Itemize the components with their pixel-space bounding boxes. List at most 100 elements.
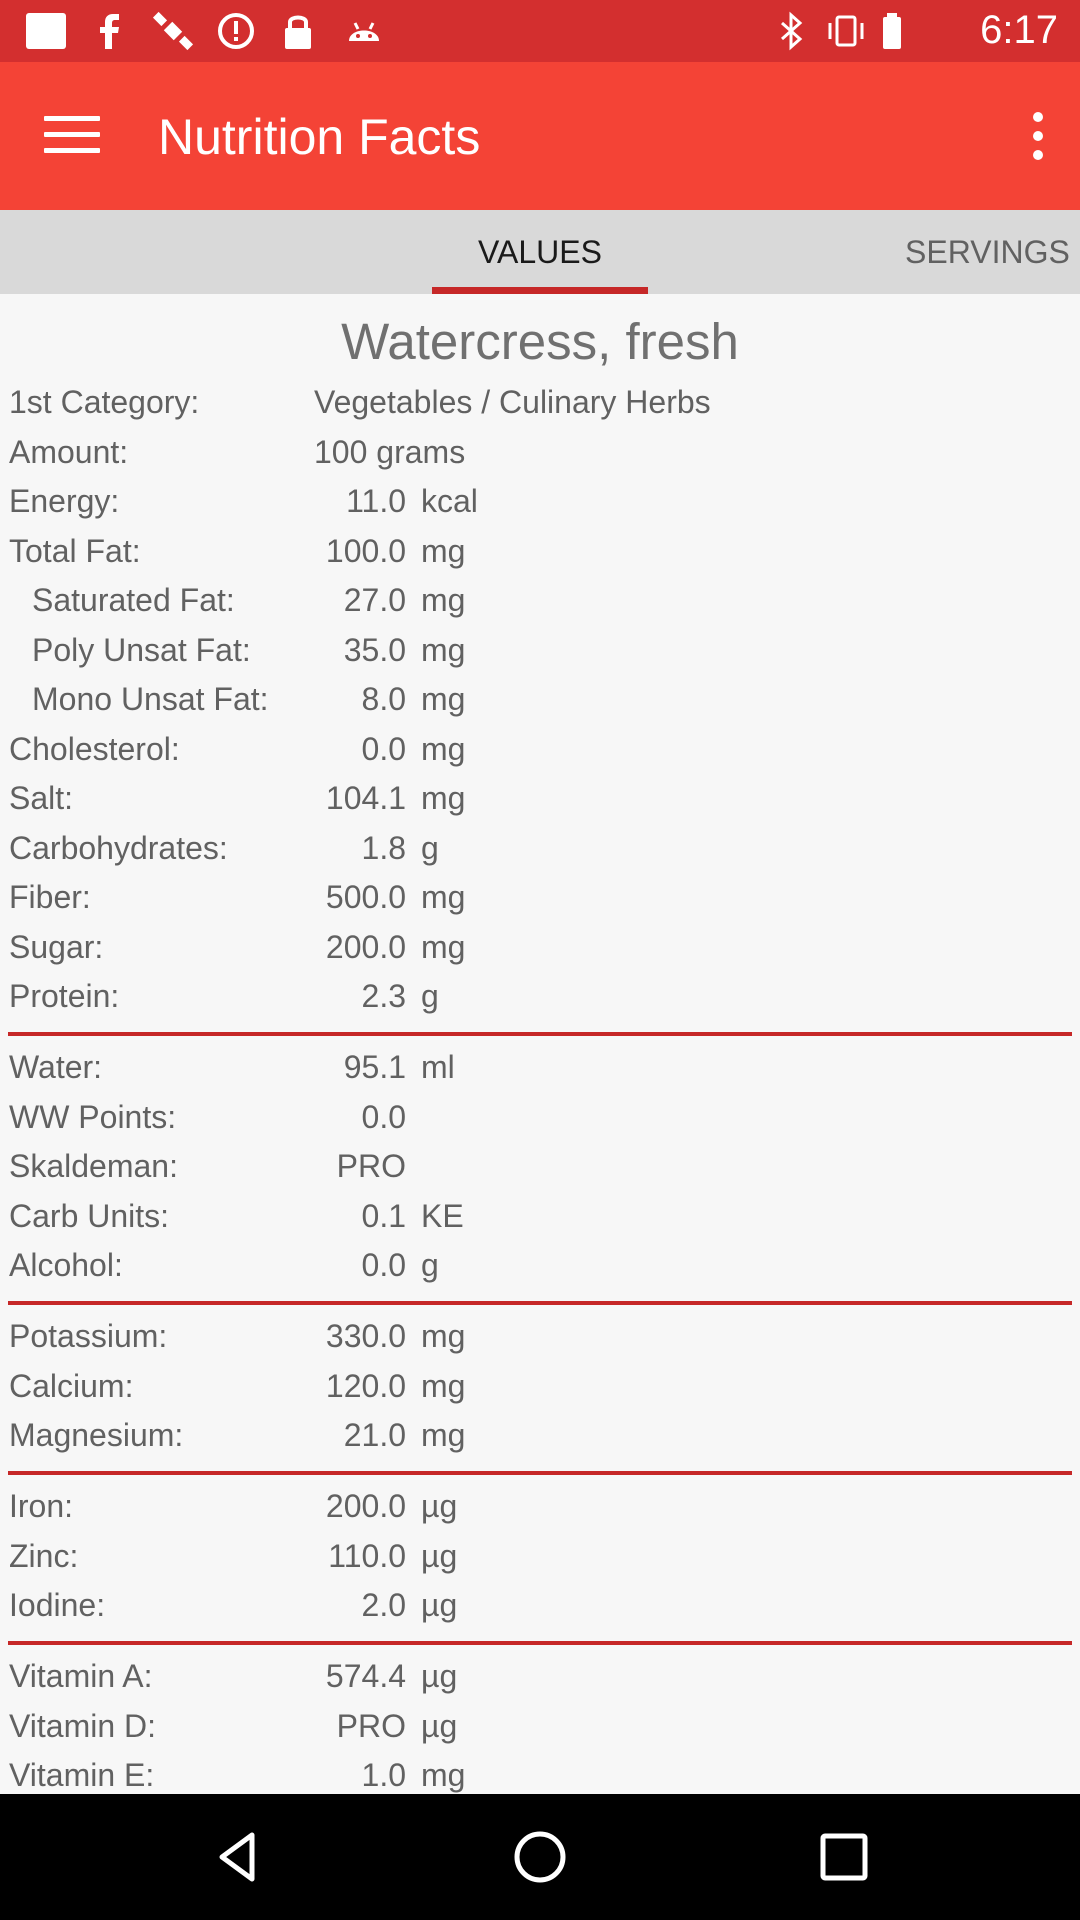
nutrient-value: 1.8 bbox=[361, 830, 406, 866]
nutrient-value: 200.0 bbox=[325, 929, 406, 965]
alert-icon bbox=[216, 11, 256, 51]
tab-servings[interactable]: SERVINGS bbox=[905, 210, 1080, 294]
status-time: 6:17 bbox=[980, 8, 1058, 52]
lock-icon bbox=[280, 11, 316, 51]
nutrient-row: Vitamin D: PRO µg bbox=[0, 1708, 1080, 1758]
nutrient-unit: KE bbox=[421, 1198, 464, 1234]
nutrient-unit: mg bbox=[421, 731, 466, 767]
nutrient-unit: µg bbox=[421, 1488, 458, 1524]
nutrient-label: Salt: bbox=[9, 780, 74, 816]
nutrition-content[interactable]: Watercress, fresh 1st Category: Vegetabl… bbox=[0, 294, 1080, 1794]
category-value: Vegetables / Culinary Herbs bbox=[314, 384, 711, 420]
nutrient-unit: µg bbox=[421, 1658, 458, 1694]
nutrient-unit: mg bbox=[421, 780, 466, 816]
menu-icon[interactable] bbox=[44, 116, 100, 156]
nutrient-value: 0.1 bbox=[361, 1198, 406, 1234]
nutrient-label: Sugar: bbox=[9, 929, 104, 965]
notification-square-icon bbox=[24, 11, 68, 51]
nutrient-label: WW Points: bbox=[9, 1099, 177, 1135]
nutrient-row: Iron: 200.0 µg bbox=[0, 1488, 1080, 1538]
nutrient-value: 0.0 bbox=[361, 1247, 406, 1283]
nutrient-row: Cholesterol: 0.0 mg bbox=[0, 731, 1080, 781]
nutrient-value: 110.0 bbox=[328, 1538, 406, 1574]
nutrient-label: Alcohol: bbox=[9, 1247, 123, 1283]
tab-bar: VALUES SERVINGS bbox=[0, 210, 1080, 294]
nutrient-label: Fiber: bbox=[9, 879, 91, 915]
food-name: Watercress, fresh bbox=[341, 313, 739, 370]
nutrient-value: 0.0 bbox=[361, 1099, 406, 1135]
nutrient-row: Skaldeman: PRO bbox=[0, 1148, 1080, 1198]
nutrient-value: 8.0 bbox=[361, 681, 406, 717]
amount-value: 100 grams bbox=[314, 434, 466, 470]
nutrient-label: Calcium: bbox=[9, 1368, 134, 1404]
nutrient-label: Protein: bbox=[9, 978, 120, 1014]
nutrient-row: Iodine: 2.0 µg bbox=[0, 1587, 1080, 1637]
vibrate-icon bbox=[826, 11, 866, 51]
nutrient-row: Alcohol: 0.0 g bbox=[0, 1247, 1080, 1297]
nutrient-unit: mg bbox=[421, 1417, 466, 1453]
nutrient-row: WW Points: 0.0 bbox=[0, 1099, 1080, 1149]
nutrient-unit: mg bbox=[421, 681, 466, 717]
section-divider bbox=[8, 1641, 1072, 1645]
nutrient-value: 200.0 bbox=[325, 1488, 406, 1524]
nutrient-label: Potassium: bbox=[9, 1318, 168, 1354]
nutrient-unit: ml bbox=[421, 1049, 455, 1085]
nutrient-unit: mg bbox=[421, 1757, 466, 1793]
nutrient-value: 120.0 bbox=[325, 1368, 406, 1404]
nutrient-value: 35.0 bbox=[343, 632, 406, 668]
more-options-icon[interactable] bbox=[1026, 112, 1050, 160]
nutrient-label: Vitamin A: bbox=[9, 1658, 153, 1694]
section-divider bbox=[8, 1471, 1072, 1475]
tab-values[interactable]: VALUES bbox=[432, 210, 648, 294]
nutrient-unit: mg bbox=[421, 1368, 466, 1404]
nutrient-row: Fiber: 500.0 mg bbox=[0, 879, 1080, 929]
nutrient-row: Energy: 11.0 kcal bbox=[0, 483, 1080, 533]
nutrient-row: Mono Unsat Fat: 8.0 mg bbox=[0, 681, 1080, 731]
nutrient-unit: kcal bbox=[421, 483, 478, 519]
recents-icon[interactable] bbox=[814, 1827, 874, 1887]
section-divider bbox=[8, 1032, 1072, 1036]
status-bar: 6:17 bbox=[0, 0, 1080, 62]
nutrient-label: Cholesterol: bbox=[9, 731, 180, 767]
nutrient-label: Magnesium: bbox=[9, 1417, 184, 1453]
home-icon[interactable] bbox=[510, 1827, 570, 1887]
nutrient-row: Zinc: 110.0 µg bbox=[0, 1538, 1080, 1588]
app-title: Nutrition Facts bbox=[158, 109, 481, 165]
nutrient-unit: mg bbox=[421, 879, 466, 915]
nutrient-row: Total Fat: 100.0 mg bbox=[0, 533, 1080, 583]
category-label: 1st Category: bbox=[9, 384, 200, 420]
nutrient-label: Water: bbox=[9, 1049, 103, 1085]
nutrient-value: 0.0 bbox=[361, 731, 406, 767]
nutrient-row: Sugar: 200.0 mg bbox=[0, 929, 1080, 979]
category-row: 1st Category: Vegetables / Culinary Herb… bbox=[0, 384, 1080, 434]
nutrient-row: Carbohydrates: 1.8 g bbox=[0, 830, 1080, 880]
section-divider bbox=[8, 1301, 1072, 1305]
nutrient-value: 574.4 bbox=[325, 1658, 406, 1694]
nutrient-value: 1.0 bbox=[361, 1757, 406, 1793]
amount-label: Amount: bbox=[9, 434, 129, 470]
navigation-bar bbox=[0, 1794, 1080, 1920]
nutrient-value: 104.1 bbox=[325, 780, 406, 816]
nutrient-unit: µg bbox=[421, 1708, 458, 1744]
nutrient-row: Poly Unsat Fat: 35.0 mg bbox=[0, 632, 1080, 682]
nutrient-unit: mg bbox=[421, 533, 466, 569]
nutrient-unit: mg bbox=[421, 582, 466, 618]
nutrient-value: 11.0 bbox=[346, 483, 406, 519]
nutrient-value: 500.0 bbox=[325, 879, 406, 915]
nutrient-row: Water: 95.1 ml bbox=[0, 1049, 1080, 1099]
amount-row: Amount: 100 grams bbox=[0, 434, 1080, 484]
nutrient-row: Magnesium: 21.0 mg bbox=[0, 1417, 1080, 1467]
nutrient-row: Vitamin E: 1.0 mg bbox=[0, 1757, 1080, 1794]
back-icon[interactable] bbox=[208, 1827, 268, 1887]
nutrient-label: Energy: bbox=[9, 483, 120, 519]
nutrient-unit: g bbox=[421, 978, 439, 1014]
nutrient-row: Carb Units: 0.1 KE bbox=[0, 1198, 1080, 1248]
nutrient-value: 27.0 bbox=[343, 582, 406, 618]
nutrient-value: 2.0 bbox=[361, 1587, 406, 1623]
nutrient-label: Skaldeman: bbox=[9, 1148, 178, 1184]
nutrient-label: Vitamin D: bbox=[9, 1708, 157, 1744]
nutrient-value: PRO bbox=[336, 1148, 406, 1184]
nutrient-row: Saturated Fat: 27.0 mg bbox=[0, 582, 1080, 632]
nutrient-value: PRO bbox=[336, 1708, 406, 1744]
nutrient-label: Zinc: bbox=[9, 1538, 79, 1574]
